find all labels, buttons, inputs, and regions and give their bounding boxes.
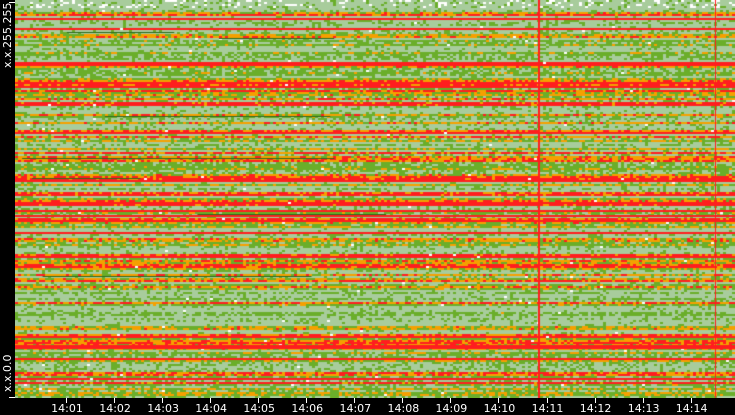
x-tick-label: 14:13	[627, 402, 660, 415]
heatmap-chart: x.x.255.255 x.x.0.0 14:01 14:02 14:03 14:04…	[0, 0, 735, 415]
x-tick-label: 14:11	[531, 402, 564, 415]
x-tick-label: 14:09	[435, 402, 468, 415]
x-tick-label: 14:08	[387, 402, 420, 415]
x-tick-label: 14:03	[147, 402, 179, 415]
x-tick-label: 14:01	[51, 402, 83, 415]
y-tick-label-bottom: x.x.0.0	[1, 354, 14, 392]
x-tick-label: 14:02	[99, 402, 131, 415]
x-tick-label: 14:04	[195, 402, 227, 415]
x-tick-label: 14:10	[483, 402, 516, 415]
x-tick-label: 14:07	[339, 402, 372, 415]
x-tick-label: 14:12	[579, 402, 612, 415]
x-tick-label: 14:06	[291, 402, 324, 415]
y-tick-label-top: x.x.255.255	[1, 2, 14, 68]
heatmap-canvas	[15, 0, 735, 398]
x-tick-label: 14:05	[243, 402, 276, 415]
y-tick-mark	[9, 397, 15, 398]
x-tick-label: 14:14	[675, 402, 708, 415]
